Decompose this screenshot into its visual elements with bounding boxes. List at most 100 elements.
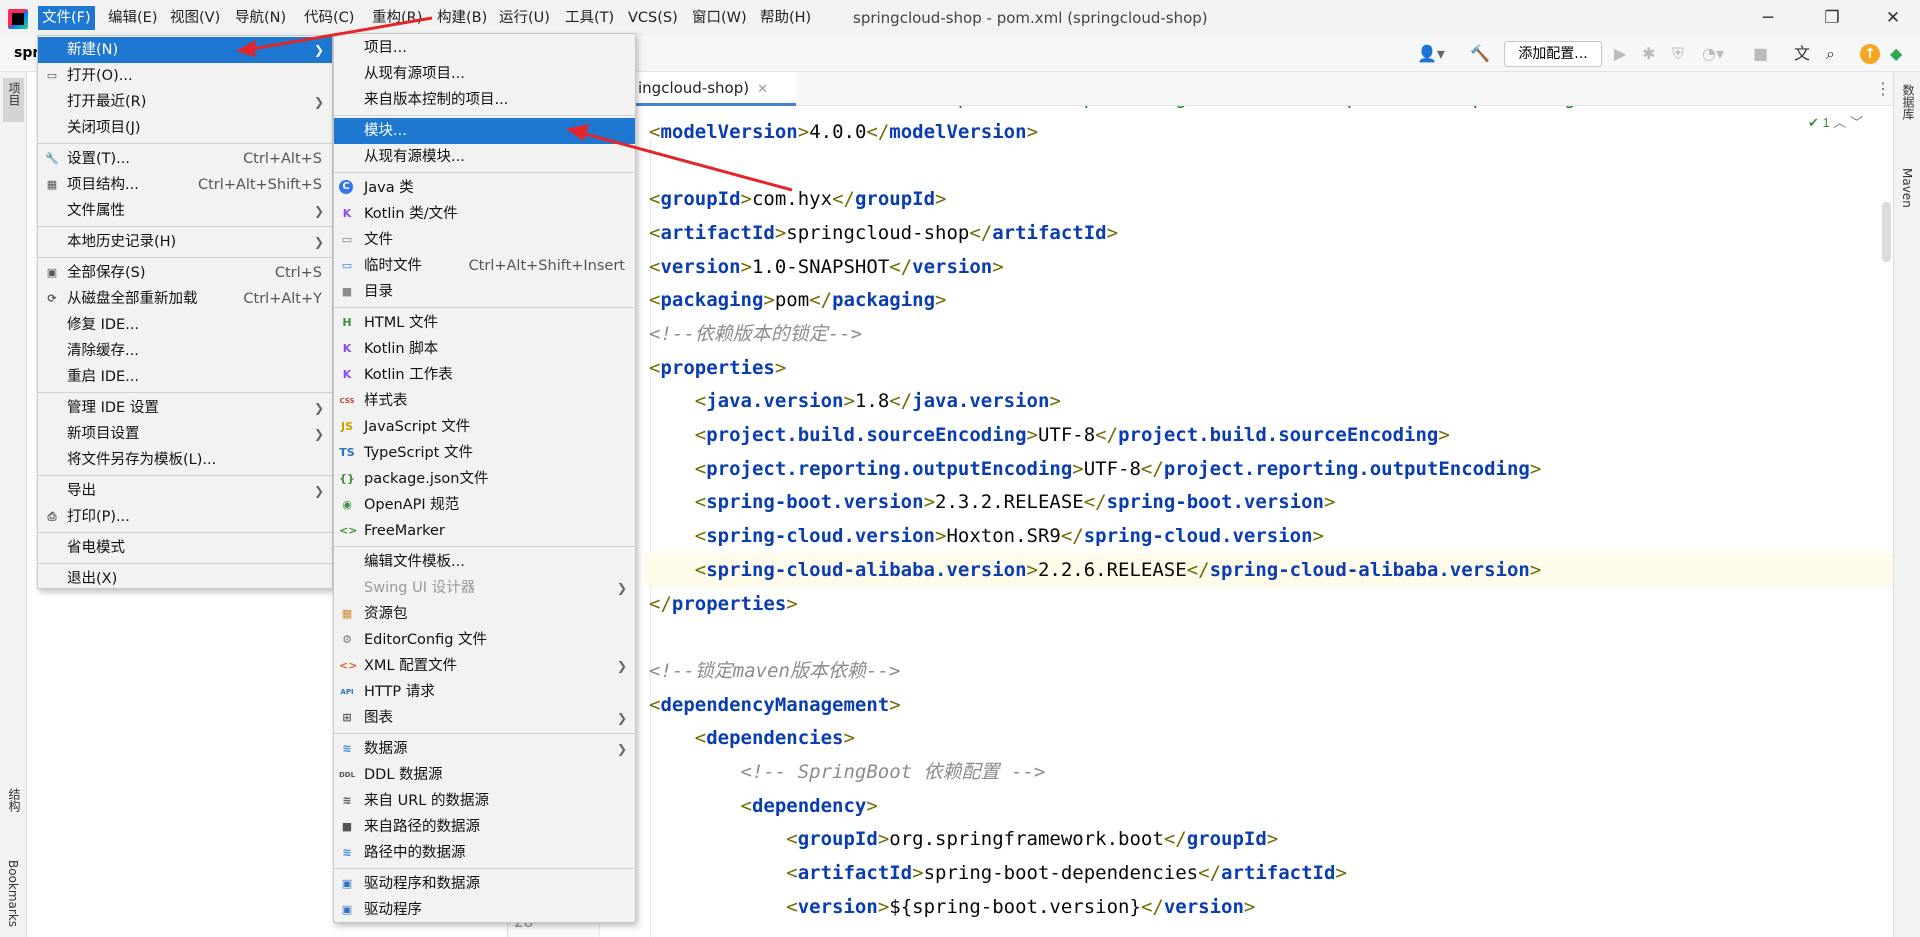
new-menu-item[interactable]: DDL DDL 数据源 xyxy=(334,762,635,788)
maximize-button[interactable]: ❐ xyxy=(1812,4,1852,32)
code-line[interactable]: <!-- SpringBoot 依赖配置 --> xyxy=(649,755,1046,789)
new-menu-item[interactable]: ≋ 数据源 ❯ xyxy=(334,736,635,762)
add-run-configuration-button[interactable]: 添加配置... xyxy=(1504,41,1602,67)
code-line[interactable]: <spring-boot.version>2.3.2.RELEASE</spri… xyxy=(649,485,1336,519)
new-menu-item[interactable]: ▣ 驱动程序 xyxy=(334,897,635,923)
new-menu-item[interactable]: ■ 目录 xyxy=(334,279,635,305)
menu-edit[interactable]: 编辑(E) xyxy=(104,6,161,30)
menu-vcs[interactable]: VCS(S) xyxy=(624,6,682,30)
file-menu-item[interactable]: 退出(X) xyxy=(38,566,332,592)
database-tool-tab[interactable]: 数据库 xyxy=(1900,84,1917,120)
file-menu-item[interactable]: 管理 IDE 设置 ❯ xyxy=(38,395,332,421)
code-line[interactable]: xsi:schemaLocation="http://maven.apache.… xyxy=(649,106,1828,115)
file-menu-item[interactable]: 打开最近(R) ❯ xyxy=(38,89,332,115)
translate-icon[interactable]: 文 xyxy=(1794,44,1810,64)
chevron-up-icon[interactable]: ︿ xyxy=(1833,115,1846,130)
new-menu-item[interactable]: ■ 来自路径的数据源 xyxy=(334,814,635,840)
minimize-button[interactable]: ─ xyxy=(1748,4,1788,32)
menu-run[interactable]: 运行(U) xyxy=(495,6,554,30)
new-menu-item[interactable]: 编辑文件模板... xyxy=(334,549,635,575)
vertical-scrollbar[interactable] xyxy=(1882,202,1891,262)
new-menu-item[interactable]: API HTTP 请求 xyxy=(334,679,635,705)
update-icon[interactable]: ↑ xyxy=(1860,44,1880,64)
new-menu-item[interactable]: 来自版本控制的项目... xyxy=(334,87,635,113)
coverage-icon[interactable]: ⛨ xyxy=(1672,44,1684,64)
code-line[interactable]: <groupId>com.hyx</groupId> xyxy=(649,182,946,216)
new-menu-item[interactable]: 从现有源项目... xyxy=(334,61,635,87)
new-menu-item[interactable]: ≋ 路径中的数据源 xyxy=(334,840,635,866)
new-menu-item[interactable]: K Kotlin 类/文件 xyxy=(334,201,635,227)
new-menu-item[interactable]: <> FreeMarker xyxy=(334,518,635,544)
new-menu-item[interactable]: ◉ OpenAPI 规范 xyxy=(334,492,635,518)
new-menu-item[interactable]: ▭ 临时文件 Ctrl+Alt+Shift+Insert xyxy=(334,253,635,279)
file-menu-item[interactable]: 省电模式 xyxy=(38,535,332,561)
code-line[interactable]: <dependency> xyxy=(649,789,878,823)
file-menu-item[interactable]: 关闭项目(J) xyxy=(38,115,332,141)
new-menu-item[interactable]: JS JavaScript 文件 xyxy=(334,414,635,440)
menu-navigate[interactable]: 导航(N) xyxy=(231,6,290,30)
new-menu-item[interactable]: 从现有源模块... xyxy=(334,144,635,170)
file-menu-item[interactable]: ⎙ 打印(P)... xyxy=(38,504,332,530)
file-menu-item[interactable]: 导出 ❯ xyxy=(38,478,332,504)
menu-refactor[interactable]: 重构(R) xyxy=(368,6,426,30)
new-menu-item[interactable]: H HTML 文件 xyxy=(334,310,635,336)
structure-tool-tab[interactable]: 结构 xyxy=(6,788,23,812)
account-icon[interactable]: 👤▾ xyxy=(1417,44,1445,64)
build-hammer-icon[interactable]: 🔨 xyxy=(1470,44,1490,64)
file-menu-item[interactable]: 将文件另存为模板(L)... xyxy=(38,447,332,473)
stop-icon[interactable]: ■ xyxy=(1753,44,1768,64)
menu-file[interactable]: 文件(F) xyxy=(38,6,95,30)
menu-window[interactable]: 窗口(W) xyxy=(688,6,751,30)
code-line[interactable]: <project.reporting.outputEncoding>UTF-8<… xyxy=(649,452,1542,486)
code-line[interactable]: <artifactId>spring-boot-dependencies</ar… xyxy=(649,856,1347,890)
code-line[interactable]: <spring-cloud.version>Hoxton.SR9</spring… xyxy=(649,519,1324,553)
code-line[interactable]: </properties> xyxy=(649,587,798,621)
code-editor[interactable]: xsi:schemaLocation="http://maven.apache.… xyxy=(600,106,1893,937)
new-menu-item[interactable]: ▦ 资源包 xyxy=(334,601,635,627)
menu-build[interactable]: 构建(B) xyxy=(433,6,491,30)
plugin-logo-icon[interactable]: ◆ xyxy=(1890,44,1902,64)
menu-view[interactable]: 视图(V) xyxy=(166,6,224,30)
debug-icon[interactable]: ✱ xyxy=(1642,44,1655,64)
file-menu-item[interactable]: 清除缓存... xyxy=(38,338,332,364)
menu-help[interactable]: 帮助(H) xyxy=(756,6,815,30)
file-menu-item[interactable]: 本地历史记录(H) ❯ xyxy=(38,229,332,255)
file-menu-item[interactable]: 重启 IDE... xyxy=(38,364,332,390)
search-icon[interactable]: ⌕ xyxy=(1826,44,1835,64)
code-line[interactable]: <java.version>1.8</java.version> xyxy=(649,384,1061,418)
new-menu-item[interactable]: <> XML 配置文件 ❯ xyxy=(334,653,635,679)
code-line[interactable]: <!--依赖版本的锁定--> xyxy=(649,317,862,351)
code-line[interactable]: <dependencies> xyxy=(649,721,855,755)
file-menu-item[interactable]: 🔧 设置(T)... Ctrl+Alt+S xyxy=(38,146,332,172)
file-menu-item[interactable]: 新项目设置 ❯ xyxy=(38,421,332,447)
code-line[interactable]: <version>${spring-boot.version}</version… xyxy=(649,890,1255,924)
code-line[interactable]: <!--锁定maven版本依赖--> xyxy=(649,654,900,688)
file-menu-item[interactable]: 修复 IDE... xyxy=(38,312,332,338)
close-tab-icon[interactable]: ✕ xyxy=(757,82,768,97)
chevron-down-icon[interactable]: ﹀ xyxy=(1850,115,1863,130)
more-tabs-icon[interactable]: ⋮ xyxy=(1875,79,1891,98)
code-line[interactable]: <groupId>org.springframework.boot</group… xyxy=(649,822,1278,856)
file-menu-item[interactable]: ▣ 全部保存(S) Ctrl+S xyxy=(38,260,332,286)
file-menu-item[interactable]: 文件属性 ❯ xyxy=(38,198,332,224)
maven-tool-tab[interactable]: Maven xyxy=(1900,168,1914,208)
code-line[interactable]: <dependencyManagement> xyxy=(649,688,901,722)
new-menu-item[interactable]: ⚙ EditorConfig 文件 xyxy=(334,627,635,653)
menu-code[interactable]: 代码(C) xyxy=(300,6,358,30)
new-menu-item[interactable]: ≋ 来自 URL 的数据源 xyxy=(334,788,635,814)
code-line[interactable]: <properties> xyxy=(649,351,786,385)
code-line[interactable]: <modelVersion>4.0.0</modelVersion> xyxy=(649,115,1038,149)
menu-tools[interactable]: 工具(T) xyxy=(561,6,618,30)
new-menu-item[interactable]: CSS 样式表 xyxy=(334,388,635,414)
new-menu-item[interactable]: TS TypeScript 文件 xyxy=(334,440,635,466)
close-window-button[interactable]: ✕ xyxy=(1873,4,1913,32)
new-menu-item[interactable]: K Kotlin 工作表 xyxy=(334,362,635,388)
bookmarks-tool-tab[interactable]: Bookmarks xyxy=(6,860,20,927)
project-tool-tab[interactable]: 项目 xyxy=(6,82,23,106)
new-menu-item[interactable]: {} package.json文件 xyxy=(334,466,635,492)
new-menu-item[interactable]: C Java 类 xyxy=(334,175,635,201)
profiler-icon[interactable]: ◔▾ xyxy=(1702,44,1724,64)
new-menu-item[interactable]: ▣ 驱动程序和数据源 xyxy=(334,871,635,897)
file-menu-item[interactable]: ▦ 项目结构... Ctrl+Alt+Shift+S xyxy=(38,172,332,198)
inspection-widget[interactable]: ✔ 1 ︿ ﹀ xyxy=(1808,112,1863,131)
